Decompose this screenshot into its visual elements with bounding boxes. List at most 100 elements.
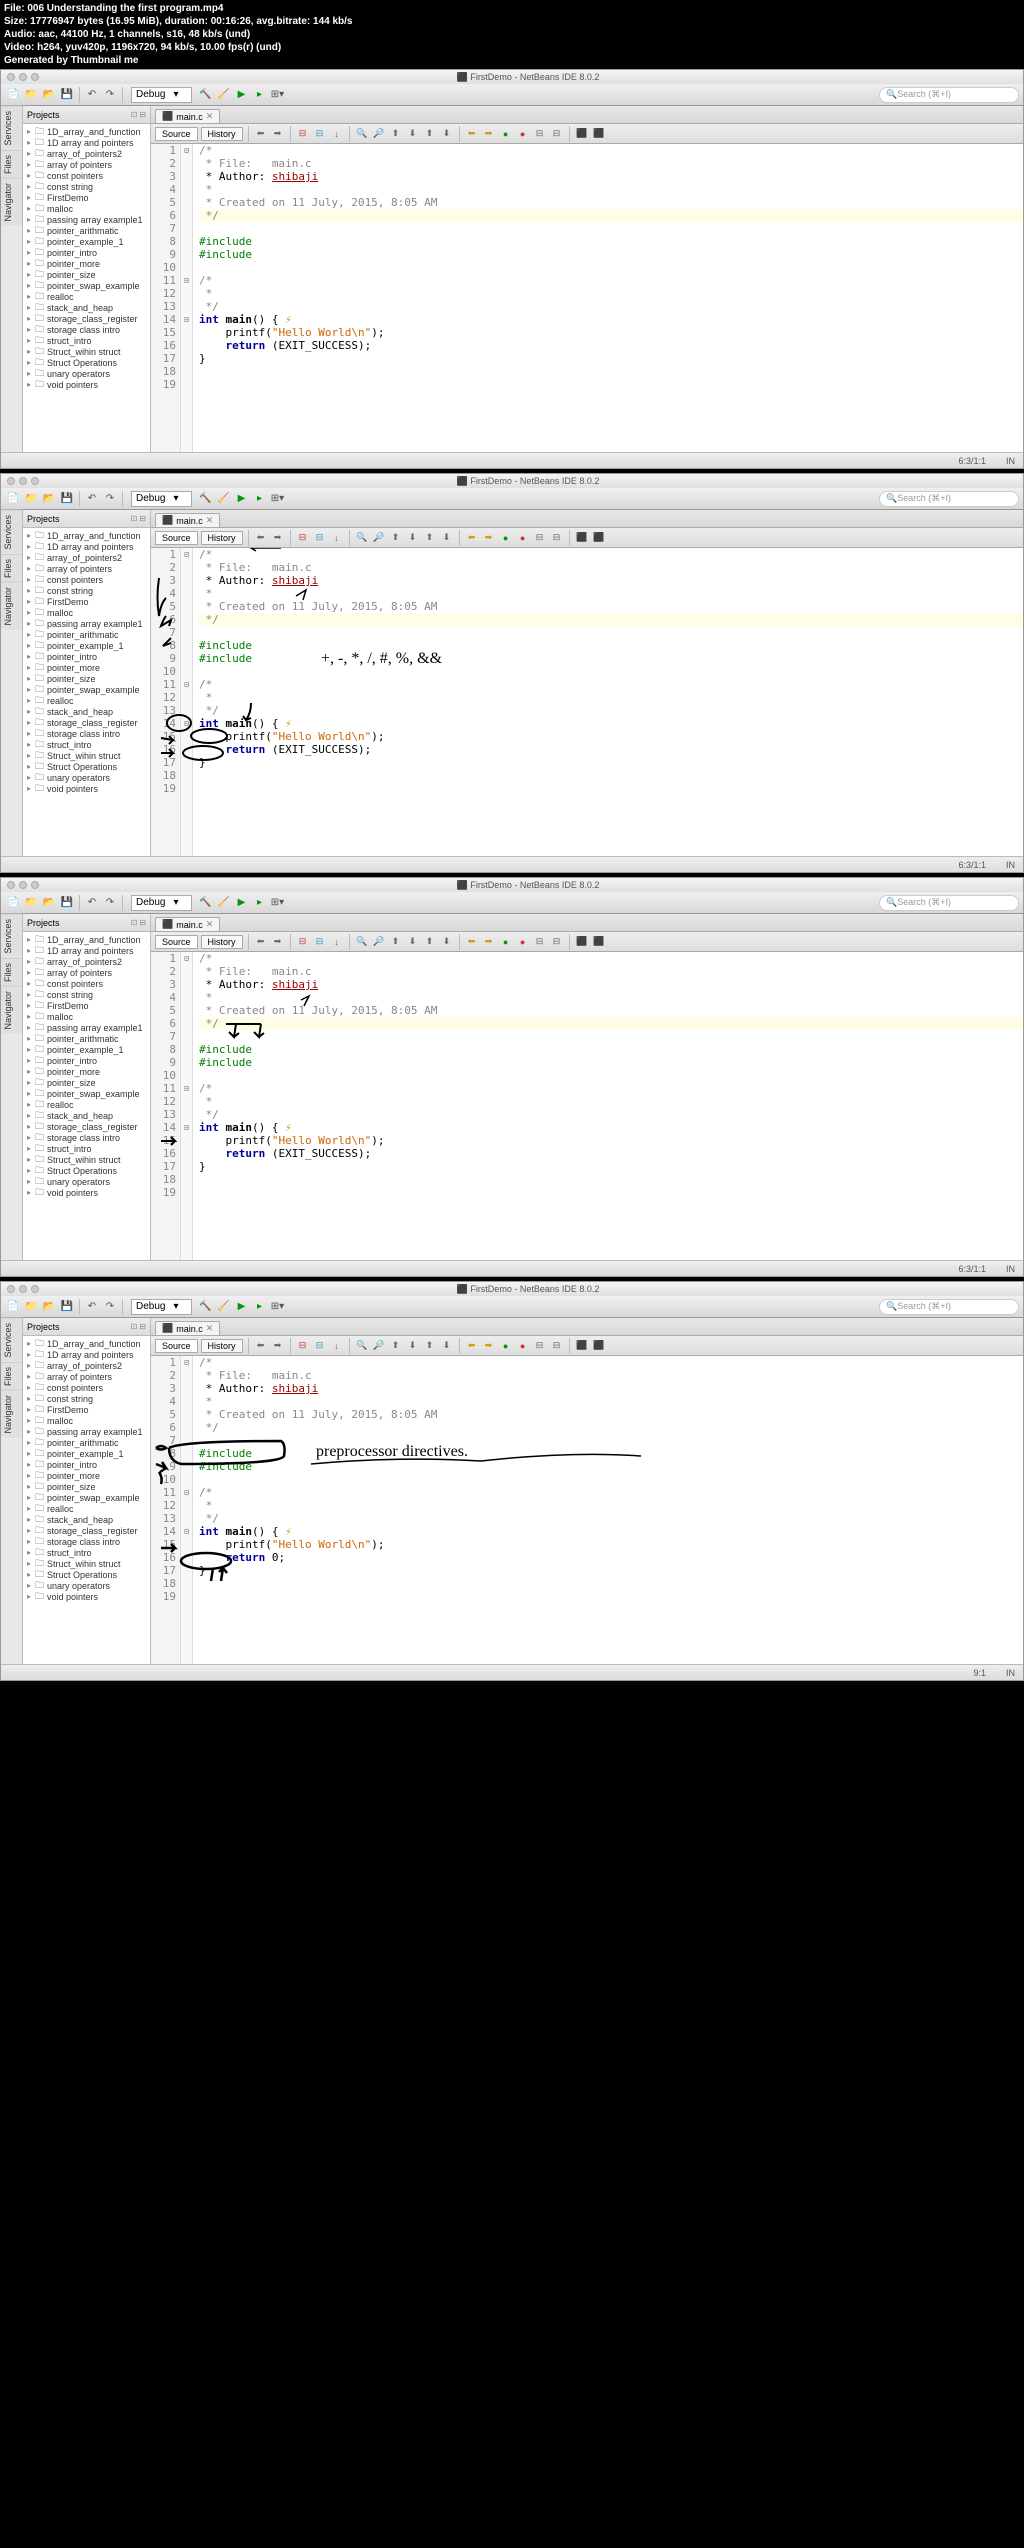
fold-marker[interactable]: ⊟ — [181, 1525, 192, 1538]
fold-marker[interactable]: ⊟ — [181, 548, 192, 561]
expand-arrow-icon[interactable]: ▸ — [27, 1089, 35, 1098]
replace-icon[interactable]: ⊟ — [313, 935, 327, 949]
bookmark-prev-icon[interactable]: ⬆ — [389, 531, 403, 545]
fold-marker[interactable] — [181, 1538, 192, 1551]
expand-arrow-icon[interactable]: ▸ — [27, 182, 35, 191]
goto-header-icon[interactable]: ⬛ — [575, 1339, 589, 1353]
projects-tree[interactable]: ▸ 🗀 1D_array_and_function ▸ 🗀 1D array a… — [23, 932, 150, 1260]
expand-arrow-icon[interactable]: ▸ — [27, 336, 35, 345]
code-line[interactable] — [199, 1173, 1023, 1186]
close-panel-icon[interactable]: ⊟ — [139, 110, 146, 119]
code-line[interactable]: } — [199, 756, 1023, 769]
project-item[interactable]: ▸ 🗀 void pointers — [25, 783, 148, 794]
shift-right-icon[interactable]: ➡ — [482, 531, 496, 545]
file-tab[interactable]: ⬛ main.c ✕ — [155, 1321, 220, 1335]
goto-source-icon[interactable]: ⬛ — [592, 1339, 606, 1353]
fold-marker[interactable] — [181, 1551, 192, 1564]
expand-arrow-icon[interactable]: ▸ — [27, 1144, 35, 1153]
debug-icon[interactable]: ▸ — [252, 491, 268, 507]
expand-arrow-icon[interactable]: ▸ — [27, 248, 35, 257]
goto-source-icon[interactable]: ⬛ — [592, 127, 606, 141]
bookmark-icon[interactable]: ⬆ — [423, 127, 437, 141]
open-icon[interactable]: 📂 — [41, 87, 57, 103]
history-tab[interactable]: History — [201, 935, 243, 949]
fold-marker[interactable] — [181, 170, 192, 183]
new-project-icon[interactable]: 📁 — [23, 491, 39, 507]
code-line[interactable]: int main() { ⚡ — [199, 1525, 1023, 1538]
expand-arrow-icon[interactable]: ▸ — [27, 1012, 35, 1021]
expand-arrow-icon[interactable]: ▸ — [27, 1515, 35, 1524]
expand-arrow-icon[interactable]: ▸ — [27, 696, 35, 705]
find-icon[interactable]: ⊟ — [296, 935, 310, 949]
replace-icon[interactable]: ⊟ — [313, 1339, 327, 1353]
fold-marker[interactable] — [181, 1395, 192, 1408]
code-line[interactable]: } — [199, 352, 1023, 365]
bookmark-prev-icon[interactable]: ⬆ — [389, 935, 403, 949]
expand-arrow-icon[interactable]: ▸ — [27, 979, 35, 988]
code-line[interactable] — [199, 1030, 1023, 1043]
find-sel-icon[interactable]: 🔎 — [372, 1339, 386, 1353]
config-dropdown[interactable]: Debug▾ — [131, 1299, 192, 1315]
expand-arrow-icon[interactable]: ▸ — [27, 347, 35, 356]
expand-arrow-icon[interactable]: ▸ — [27, 1188, 35, 1197]
replace-icon[interactable]: ⊟ — [313, 531, 327, 545]
find-icon[interactable]: ⊟ — [296, 531, 310, 545]
goto-source-icon[interactable]: ⬛ — [592, 531, 606, 545]
services-tab[interactable]: Services — [1, 106, 22, 150]
minimize-panel-icon[interactable]: ⊡ — [131, 918, 138, 927]
code-line[interactable]: * — [199, 691, 1023, 704]
close-icon[interactable] — [7, 73, 15, 81]
fold-marker[interactable] — [181, 1460, 192, 1473]
zoom-icon[interactable] — [31, 477, 39, 485]
fold-marker[interactable] — [181, 1134, 192, 1147]
code-line[interactable]: return (EXIT_SUCCESS); — [199, 339, 1023, 352]
prev-icon[interactable]: ↓ — [330, 935, 344, 949]
expand-arrow-icon[interactable]: ▸ — [27, 1504, 35, 1513]
fold-marker[interactable] — [181, 1095, 192, 1108]
project-item[interactable]: ▸ 🗀 void pointers — [25, 1591, 148, 1602]
fold-marker[interactable] — [181, 1577, 192, 1590]
fold-marker[interactable] — [181, 1421, 192, 1434]
code-line[interactable]: /* — [199, 548, 1023, 561]
fold-marker[interactable] — [181, 365, 192, 378]
expand-arrow-icon[interactable]: ▸ — [27, 237, 35, 246]
expand-arrow-icon[interactable]: ▸ — [27, 1537, 35, 1546]
fold-marker[interactable] — [181, 1473, 192, 1486]
history-tab[interactable]: History — [201, 531, 243, 545]
expand-arrow-icon[interactable]: ▸ — [27, 729, 35, 738]
expand-arrow-icon[interactable]: ▸ — [27, 575, 35, 584]
comment-icon[interactable]: ⊟ — [533, 935, 547, 949]
fold-marker[interactable] — [181, 965, 192, 978]
expand-arrow-icon[interactable]: ▸ — [27, 1133, 35, 1142]
expand-arrow-icon[interactable]: ▸ — [27, 1570, 35, 1579]
code-line[interactable]: * — [199, 287, 1023, 300]
expand-arrow-icon[interactable]: ▸ — [27, 674, 35, 683]
navigator-tab[interactable]: Navigator — [1, 1390, 22, 1438]
code-line[interactable]: * — [199, 1095, 1023, 1108]
fold-marker[interactable] — [181, 1447, 192, 1460]
expand-arrow-icon[interactable]: ▸ — [27, 652, 35, 661]
debug-icon[interactable]: ▸ — [252, 1299, 268, 1315]
expand-arrow-icon[interactable]: ▸ — [27, 1067, 35, 1076]
open-icon[interactable]: 📂 — [41, 491, 57, 507]
code-line[interactable]: * — [199, 1395, 1023, 1408]
fold-marker[interactable] — [181, 1004, 192, 1017]
code-line[interactable]: * Author: shibaji — [199, 170, 1023, 183]
expand-arrow-icon[interactable]: ▸ — [27, 597, 35, 606]
files-tab[interactable]: Files — [1, 1362, 22, 1390]
zoom-icon[interactable] — [31, 881, 39, 889]
code-line[interactable] — [199, 665, 1023, 678]
expand-arrow-icon[interactable]: ▸ — [27, 1034, 35, 1043]
bookmark-prev-icon[interactable]: ⬆ — [389, 127, 403, 141]
code-line[interactable]: int main() { ⚡ — [199, 717, 1023, 730]
expand-arrow-icon[interactable]: ▸ — [27, 314, 35, 323]
code-content[interactable]: /* * File: main.c * Author: shibaji * * … — [193, 548, 1023, 856]
expand-arrow-icon[interactable]: ▸ — [27, 1438, 35, 1447]
expand-arrow-icon[interactable]: ▸ — [27, 1394, 35, 1403]
fold-marker[interactable] — [181, 1017, 192, 1030]
expand-arrow-icon[interactable]: ▸ — [27, 641, 35, 650]
toggle-bookmark-icon[interactable]: ⬇ — [440, 935, 454, 949]
code-line[interactable] — [199, 1590, 1023, 1603]
fold-marker[interactable]: ⊟ — [181, 274, 192, 287]
code-editor[interactable]: 12345678910111213141516171819 ⊟⊟⊟ /* * F… — [151, 144, 1023, 452]
